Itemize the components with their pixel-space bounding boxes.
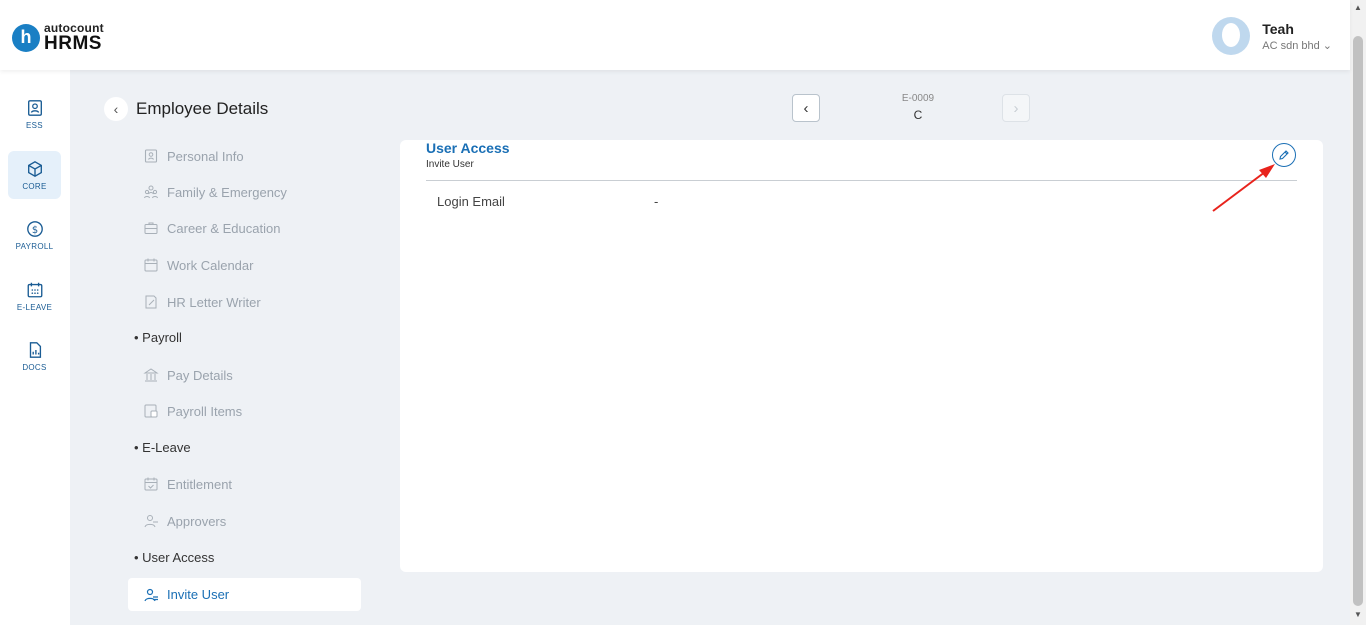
section-label: Payroll — [142, 330, 182, 345]
rail-item-ess[interactable]: ESS — [8, 90, 61, 138]
module-rail: ESS CORE $ PAYROLL E-LEAVE DOCS — [0, 70, 70, 625]
menu-item-work-calendar[interactable]: Work Calendar — [143, 255, 253, 275]
menu-item-label: Approvers — [167, 513, 227, 529]
next-employee-button[interactable]: › — [1002, 94, 1030, 122]
rail-label-payroll: PAYROLL — [15, 241, 54, 251]
user-access-card: User Access Invite User Login Email - — [400, 140, 1323, 572]
chevron-right-icon: › — [1013, 99, 1019, 117]
chevron-down-icon: ⌄ — [1322, 39, 1332, 52]
dollar-circle-icon: $ — [26, 220, 43, 237]
calendar-check-icon — [144, 477, 158, 491]
briefcase-icon — [144, 222, 158, 234]
menu-item-pay-details[interactable]: Pay Details — [143, 365, 233, 385]
scroll-down-icon[interactable]: ▼ — [1354, 610, 1362, 619]
menu-item-invite-user[interactable]: Invite User — [128, 578, 361, 611]
divider — [426, 180, 1297, 181]
menu-section-eleave: • E-Leave — [134, 440, 191, 455]
rail-item-eleave[interactable]: E-LEAVE — [8, 272, 61, 320]
scroll-up-icon[interactable]: ▲ — [1354, 3, 1362, 12]
logo-bottom-text: HRMS — [44, 33, 102, 54]
chevron-left-icon: ‹ — [113, 101, 119, 117]
rail-item-docs[interactable]: DOCS — [8, 332, 61, 380]
login-email-label: Login Email — [437, 194, 505, 209]
calendar-icon — [144, 258, 158, 272]
menu-item-label: Personal Info — [167, 148, 244, 164]
chevron-left-icon: ‹ — [803, 99, 809, 117]
page-title: Employee Details — [136, 99, 269, 118]
card-subtitle: Invite User — [426, 159, 474, 170]
menu-item-label: Family & Emergency — [167, 184, 287, 200]
user-invite-icon — [144, 588, 158, 601]
rail-item-core[interactable]: CORE — [8, 151, 61, 199]
annotation-arrow — [1212, 164, 1275, 212]
app-logo[interactable]: h autocount HRMS — [12, 22, 104, 53]
user-icon — [144, 515, 158, 528]
payslip-icon — [144, 404, 158, 418]
menu-item-family-emergency[interactable]: Family & Emergency — [143, 182, 287, 202]
cube-icon — [27, 160, 42, 177]
logo-mark: h — [12, 23, 40, 52]
user-name: Teah — [1262, 20, 1294, 37]
menu-section-user-access: • User Access — [134, 550, 215, 565]
menu-item-personal-info[interactable]: Personal Info — [143, 146, 244, 166]
menu-item-approvers[interactable]: Approvers — [143, 511, 226, 531]
menu-section-payroll: • Payroll — [134, 330, 182, 345]
svg-text:$: $ — [31, 225, 37, 236]
family-icon — [144, 185, 158, 199]
company-name: AC sdn bhd — [1262, 39, 1320, 52]
menu-item-label: Pay Details — [167, 367, 233, 383]
back-button[interactable]: ‹ — [104, 97, 128, 121]
menu-item-hr-letter-writer[interactable]: HR Letter Writer — [143, 292, 261, 312]
letter-icon — [145, 295, 157, 309]
employee-code: E-0009 — [901, 93, 935, 104]
previous-employee-button[interactable]: ‹ — [792, 94, 820, 122]
menu-item-career-education[interactable]: Career & Education — [143, 218, 280, 238]
rail-label-ess: ESS — [26, 120, 43, 130]
menu-item-label: Payroll Items — [167, 403, 243, 419]
calendar-icon — [27, 282, 42, 297]
id-card-icon — [144, 149, 158, 163]
employee-name: C — [913, 108, 923, 122]
card-title: User Access — [426, 140, 510, 156]
menu-item-entitlement[interactable]: Entitlement — [143, 474, 232, 494]
menu-item-payroll-items[interactable]: Payroll Items — [143, 401, 242, 421]
menu-item-label: Entitlement — [167, 476, 233, 492]
menu-item-label: Career & Education — [167, 220, 281, 236]
rail-label-core: CORE — [22, 181, 47, 191]
id-card-icon — [27, 99, 42, 116]
menu-item-label: Work Calendar — [167, 257, 254, 273]
bank-icon — [143, 368, 159, 382]
menu-item-label: HR Letter Writer — [167, 294, 261, 310]
top-bar: h autocount HRMS Teah AC sdn bhd ⌄ — [0, 0, 1350, 70]
section-label: User Access — [142, 550, 215, 565]
menu-item-label: Invite User — [167, 587, 230, 602]
section-label: E-Leave — [142, 440, 191, 455]
rail-label-docs: DOCS — [22, 362, 47, 372]
employee-indicator: E-0009 C — [868, 93, 968, 122]
document-chart-icon — [29, 341, 41, 358]
user-menu[interactable]: Teah AC sdn bhd ⌄ — [1212, 17, 1332, 55]
rail-label-eleave: E-LEAVE — [16, 302, 53, 312]
rail-item-payroll[interactable]: $ PAYROLL — [8, 211, 61, 259]
avatar[interactable] — [1212, 17, 1251, 55]
login-email-value: - — [654, 194, 659, 209]
company-selector[interactable]: AC sdn bhd ⌄ — [1262, 39, 1332, 52]
scrollbar-thumb[interactable] — [1353, 36, 1363, 606]
page-scrollbar[interactable]: ▲ ▼ — [1350, 0, 1366, 625]
